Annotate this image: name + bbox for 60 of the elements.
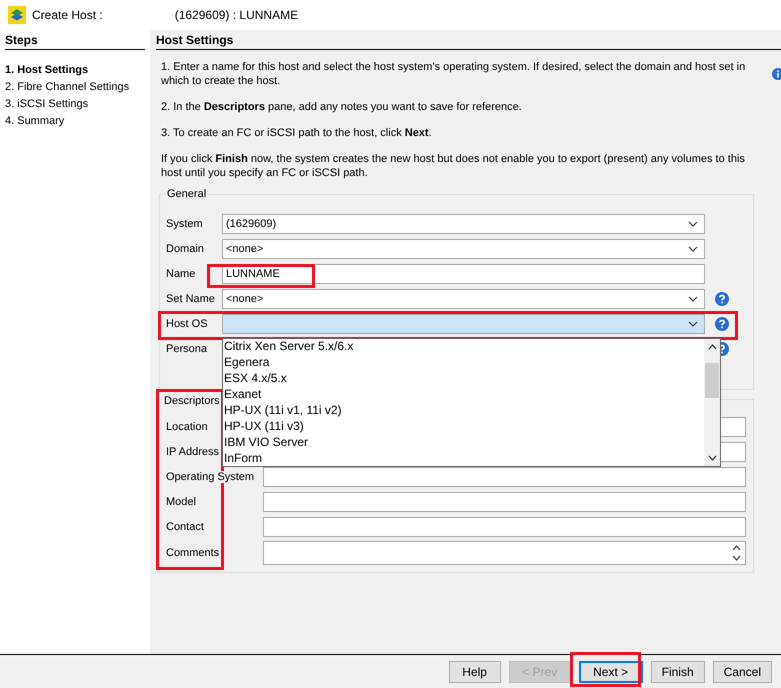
group-title: General <box>165 188 208 200</box>
instruction-text: 1. Enter a name for this host and select the host system's operating system. If desired, select the domain and host set in which to create the host. <box>161 60 746 88</box>
field-label: Operating System <box>166 470 254 482</box>
scroll-down-icon[interactable] <box>708 455 716 461</box>
field-label: Location <box>166 420 208 432</box>
field-label: Name <box>166 268 196 280</box>
highlight-frame <box>570 652 641 687</box>
wizard-button[interactable]: Finish <box>650 660 705 682</box>
step-item[interactable]: 2. Fibre Channel Settings <box>5 79 145 96</box>
dropdown-option[interactable]: HP-UX (11i v3) <box>224 419 704 435</box>
input-field[interactable] <box>263 492 746 512</box>
dropdown-field[interactable]: (1629609) <box>222 214 705 234</box>
instruction-text: 2. In the Descriptors pane, add any notes you want to save for reference. <box>161 100 523 114</box>
field-label: Persona <box>166 342 207 354</box>
dropdown-option[interactable]: InForm <box>224 451 704 467</box>
step-item[interactable]: 4. Summary <box>5 113 145 130</box>
dropdown-option[interactable]: Citrix Xen Server 5.x/6.x <box>224 339 704 355</box>
wizard-button[interactable]: Next > <box>578 660 643 682</box>
dropdown-option[interactable]: Exanet <box>224 387 704 403</box>
scroll-thumb[interactable] <box>705 363 719 398</box>
help-icon[interactable] <box>715 316 729 330</box>
dropdown-field[interactable]: <none> <box>222 288 705 308</box>
field-label: System <box>166 218 203 230</box>
step-item[interactable]: 1. Host Settings <box>5 62 145 79</box>
help-icon[interactable] <box>715 292 729 306</box>
wizard-button[interactable]: Cancel <box>712 660 772 682</box>
field-label: Host OS <box>166 318 208 330</box>
field-label: Model <box>166 496 196 508</box>
chevron-icon <box>688 220 698 226</box>
input-field[interactable] <box>263 466 746 486</box>
scroll-up-icon[interactable] <box>708 344 716 350</box>
dropdown-option[interactable]: IBM VIO Server <box>224 435 704 451</box>
dropdown-option[interactable]: ESX 4.x/5.x <box>224 371 704 387</box>
info-icon <box>772 68 781 80</box>
dropdown-option[interactable]: HP-UX (11i v1, 11i v2) <box>224 403 704 419</box>
page-heading: Host Settings <box>156 33 781 50</box>
input-field[interactable] <box>263 516 746 536</box>
field-label: Domain <box>166 242 204 254</box>
chevron-icon <box>688 246 698 252</box>
field-label: Set Name <box>166 292 215 304</box>
input-field[interactable]: LUNNAME <box>222 264 705 284</box>
field-label: Contact <box>166 520 204 532</box>
field-label: Comments <box>166 546 220 558</box>
field-label: IP Address <box>166 446 219 458</box>
spinner-icon <box>732 544 741 562</box>
app-icon <box>8 6 26 24</box>
dropdown-option[interactable]: Egenera <box>224 355 704 371</box>
instruction-text: 3. To create an FC or iSCSI path to the host, click Next. <box>161 126 433 140</box>
wizard-button[interactable]: Help <box>448 660 501 682</box>
scrollbar[interactable] <box>704 339 720 466</box>
chevron-icon <box>688 296 698 302</box>
chevron-icon <box>688 320 698 326</box>
dropdown-field[interactable] <box>222 314 705 334</box>
window-title: (1629609) : LUNNAME <box>174 8 298 22</box>
instruction-text: If you click Finish now, the system creates the new host but does not enable you to export (present) any volumes to this host until you specify an FC or iSCSI path. <box>161 152 746 180</box>
group-title: Descriptors <box>164 395 220 407</box>
steps-heading: Steps <box>5 33 145 50</box>
dropdown-field[interactable]: <none> <box>222 238 705 258</box>
window-title: Create Host : <box>32 8 103 22</box>
step-item[interactable]: 3. iSCSI Settings <box>5 96 145 113</box>
